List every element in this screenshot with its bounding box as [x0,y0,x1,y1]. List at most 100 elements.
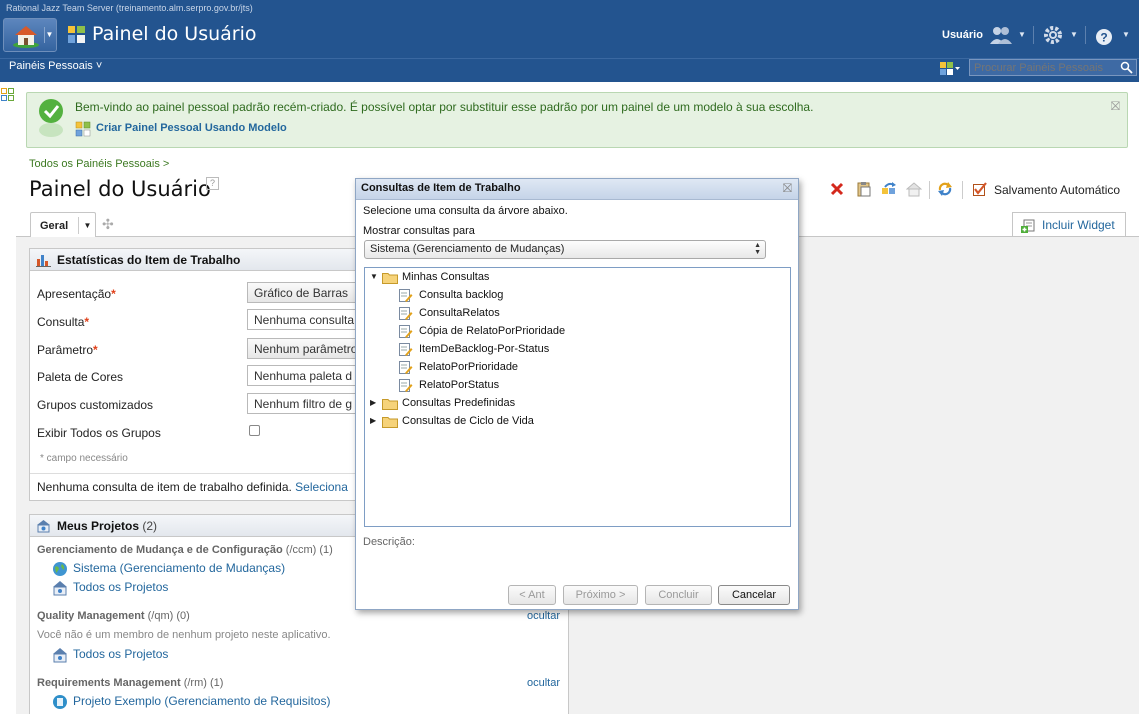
close-icon[interactable]: ⛝ [783,181,792,196]
share-icon[interactable] [881,181,897,197]
clipboard-icon[interactable] [856,181,872,197]
dialog-header[interactable]: Consultas de Item de Trabalho ⛝ [356,179,798,200]
create-from-template-link[interactable]: Criar Painel Pessoal Usando Modelo [96,122,287,134]
query-icon [399,289,413,302]
show-queries-label: Mostrar consultas para [363,225,475,237]
required-field-note: * campo necessário [40,453,128,464]
dashboard-icon [68,26,85,43]
success-check-icon [39,99,63,137]
description-label: Descrição: [363,536,415,548]
settings-chevron-icon[interactable]: ▼ [1070,30,1078,39]
template-icon [75,121,91,137]
gear-icon[interactable] [1042,24,1064,46]
search-icon[interactable] [1120,61,1133,74]
user-menu-chevron-icon[interactable]: ▼ [1018,30,1026,39]
dashboard-picker-icon[interactable] [940,62,960,76]
folder-icon [382,399,398,410]
chevron-down-icon[interactable]: ▼ [44,27,54,43]
svg-text:?: ? [1100,31,1107,45]
show-all-groups-checkbox[interactable] [249,425,260,436]
autosave-label[interactable]: Salvamento Automático [994,183,1120,197]
toolbar-divider [1033,26,1034,44]
nav-bar: Painéis Pessoais ˅ [0,58,1139,82]
app-title: Painel do Usuário [92,23,257,45]
field-label-grupos: Grupos customizados [37,398,154,412]
welcome-message: Bem-vindo ao painel pessoal padrão recém… [75,100,814,114]
refresh-icon[interactable] [937,181,953,197]
home-dashboard-icon[interactable] [906,181,922,197]
projects-icon [53,648,67,663]
project-link-sistema[interactable]: Sistema (Gerenciamento de Mudanças) [73,561,285,575]
expand-toggle-icon[interactable]: ▶ [370,398,376,407]
back-button[interactable]: < Ant [508,585,556,605]
help-chevron-icon[interactable]: ▼ [1122,30,1130,39]
query-icon [399,361,413,374]
home-button[interactable]: ▼ [3,18,57,52]
help-icon[interactable]: ? [206,177,219,190]
parameter-select[interactable]: Nenhum parâmetro [247,338,367,359]
expand-toggle-icon[interactable]: ▶ [370,416,376,425]
delete-icon[interactable] [829,181,845,197]
section-rm: Requirements Management (/rm) (1) [37,677,224,689]
presentation-select[interactable]: Gráfico de Barras [247,282,367,303]
welcome-banner: Bem-vindo ao painel pessoal padrão recém… [26,92,1128,148]
finish-button[interactable]: Concluir [645,585,712,605]
custom-groups-field[interactable]: Nenhum filtro de g [247,393,367,414]
bar-chart-icon [36,255,51,267]
dialog-instruction: Selecione uma consulta da árvore abaixo. [363,205,568,217]
tab-geral[interactable]: Geral ▼ [30,212,96,238]
folder-icon [382,417,398,428]
section-qm: Quality Management (/qm) (0) [37,610,190,622]
personal-dashboards-menu[interactable]: Painéis Pessoais ˅ [9,60,102,72]
projects-icon [53,581,67,596]
dialog-title: Consultas de Item de Trabalho [361,182,521,194]
page-title: Painel do Usuário [29,177,211,201]
close-icon[interactable]: ⛝ [1111,99,1120,114]
requirements-project-icon [53,695,67,709]
left-sidebar [0,82,16,714]
users-icon[interactable] [989,24,1013,46]
next-button[interactable]: Próximo > [563,585,638,605]
section-ccm: Gerenciamento de Mudança e de Configuraç… [37,544,333,556]
toolbar-divider [929,181,930,199]
all-projects-link[interactable]: Todos os Projetos [73,647,168,661]
mini-dashboard-icon[interactable] [1,88,14,101]
select-query-link[interactable]: Seleciona [295,480,348,494]
project-link-exemplo[interactable]: Projeto Exemplo (Gerenciamento de Requis… [73,694,330,708]
hide-link[interactable]: ocultar [527,677,560,689]
field-label-parametro: Parâmetro* [37,343,98,357]
breadcrumb[interactable]: Todos os Painéis Pessoais > [29,158,169,170]
field-label-consulta: Consulta* [37,315,90,329]
query-icon [399,379,413,392]
tab-geral-label: Geral [40,220,69,232]
widget-title: Estatísticas do Item de Trabalho [57,253,241,267]
query-icon [399,343,413,356]
hide-link[interactable]: ocultar [527,610,560,622]
query-tree[interactable]: ▼ Minhas Consultas Consulta backlog Cons… [364,267,791,527]
projects-icon [37,520,50,533]
qm-note: Você não é um membro de nenhum projeto n… [37,629,331,641]
user-menu-label[interactable]: Usuário [942,29,983,41]
server-title: Rational Jazz Team Server (treinamento.a… [6,3,253,13]
search-input[interactable] [969,59,1137,76]
help-icon[interactable]: ? [1094,24,1114,46]
field-label-paleta: Paleta de Cores [37,370,124,384]
autosave-checkbox-icon[interactable] [972,181,988,197]
chevron-down-icon[interactable]: ▼ [78,217,96,234]
color-palette-field[interactable]: Nenhuma paleta d [247,365,367,386]
add-widget-label: Incluir Widget [1042,218,1115,232]
add-tab-icon[interactable]: ✣ [102,216,114,233]
home-icon [13,26,39,48]
cancel-button[interactable]: Cancelar [718,585,790,605]
query-source-value: Sistema (Gerenciamento de Mudanças) [370,243,565,255]
add-widget-button[interactable]: Incluir Widget [1012,212,1126,236]
toolbar-divider [1085,26,1086,44]
work-item-queries-dialog: Consultas de Item de Trabalho ⛝ Selecion… [355,178,799,610]
query-icon [399,325,413,338]
all-projects-link[interactable]: Todos os Projetos [73,580,168,594]
toolbar-divider [962,181,963,199]
query-field[interactable]: Nenhuma consulta [247,309,367,330]
query-icon [399,307,413,320]
expand-toggle-icon[interactable]: ▼ [370,272,378,281]
query-source-select[interactable]: Sistema (Gerenciamento de Mudanças) ▲ ▼ [364,240,766,259]
